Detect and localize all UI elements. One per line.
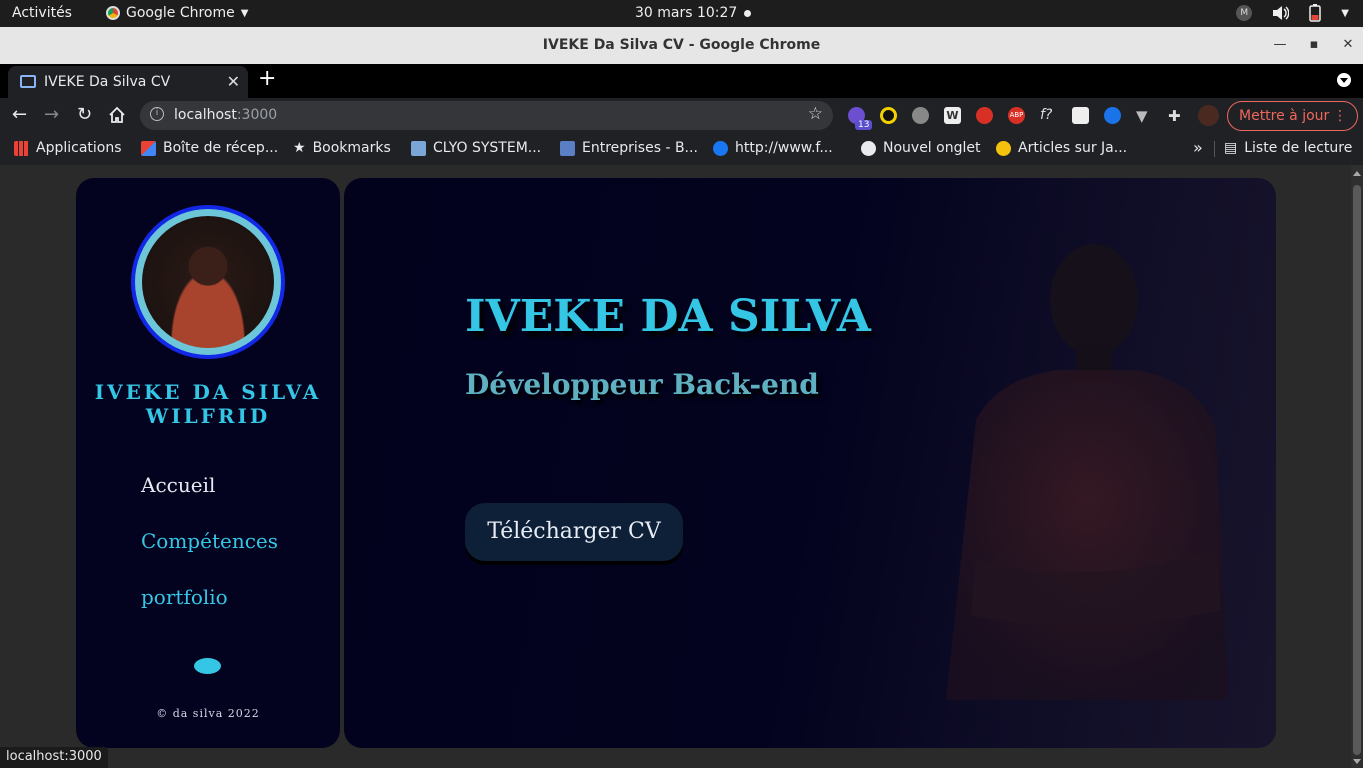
- reload-icon[interactable]: ↻: [77, 104, 92, 125]
- bookmark-clyo[interactable]: CLYO SYSTEM...: [411, 140, 541, 156]
- facebook-icon: [713, 140, 728, 156]
- site-info-icon[interactable]: i: [150, 107, 164, 121]
- chevron-down-icon: ▼: [240, 7, 249, 19]
- bookmark-inbox[interactable]: Boîte de récep...: [141, 140, 278, 156]
- clyo-icon: [411, 140, 426, 156]
- portrait-background-image: [946, 244, 1228, 700]
- sidebar-name: IVEKE DA SILVA WILFRID: [94, 380, 322, 428]
- maximize-icon[interactable]: ▪: [1304, 35, 1324, 55]
- extension-gear-icon[interactable]: [912, 107, 929, 124]
- hero-subtitle: Développeur Back-end: [465, 368, 819, 401]
- status-url-bubble: localhost:3000: [0, 747, 108, 768]
- url-text[interactable]: localhost:3000: [174, 107, 277, 123]
- star-icon: ★: [293, 140, 306, 156]
- bookmark-bookmarks[interactable]: ★ Bookmarks: [293, 140, 391, 156]
- extensions-puzzle-icon[interactable]: ✚: [1168, 107, 1185, 125]
- notification-dot-icon: [744, 10, 751, 17]
- gmail-icon: [141, 140, 156, 156]
- tab-active[interactable]: IVEKE Da Silva CV ✕: [8, 66, 248, 98]
- page-viewport: IVEKE DA SILVA WILFRID Accueil Compétenc…: [0, 165, 1351, 768]
- close-tab-icon[interactable]: ✕: [227, 72, 240, 91]
- update-button-label: Mettre à jour: [1239, 108, 1330, 124]
- bookmark-entreprises[interactable]: Entreprises - B...: [560, 140, 698, 156]
- tab-label: IVEKE Da Silva CV: [44, 74, 171, 90]
- profile-avatar[interactable]: [1198, 105, 1219, 126]
- back-arrow-icon[interactable]: ←: [12, 104, 27, 125]
- new-tab-icon[interactable]: +: [258, 66, 276, 91]
- bookmark-facebook[interactable]: http://www.f...: [713, 140, 833, 156]
- extension-circle-icon[interactable]: [880, 107, 897, 124]
- scroll-up-icon[interactable]: [1353, 171, 1361, 176]
- nav-item-portfolio[interactable]: portfolio: [141, 586, 278, 609]
- tab-search-icon[interactable]: [1337, 73, 1351, 87]
- bookmark-articles[interactable]: Articles sur Ja...: [996, 140, 1127, 156]
- battery-icon[interactable]: [1309, 4, 1322, 22]
- page-scrollbar[interactable]: [1351, 165, 1363, 768]
- wikipedia-extension-icon[interactable]: W: [944, 107, 961, 124]
- home-icon[interactable]: [108, 106, 126, 124]
- hero-title: IVEKE DA SILVA: [465, 291, 871, 342]
- minimize-icon[interactable]: —: [1270, 35, 1290, 55]
- avatar-ring: [131, 205, 285, 359]
- hero-section: IVEKE DA SILVA Développeur Back-end Télé…: [344, 178, 1276, 748]
- bookmarks-divider: [1214, 141, 1215, 157]
- user-indicator-icon[interactable]: M: [1236, 5, 1253, 21]
- chrome-icon: [106, 6, 120, 20]
- profile-sidebar: IVEKE DA SILVA WILFRID Accueil Compétenc…: [76, 178, 340, 748]
- tab-strip: IVEKE Da Silva CV ✕: [0, 64, 1363, 98]
- formula-extension-icon[interactable]: f?: [1040, 107, 1057, 124]
- sidebar-nav: Accueil Compétences portfolio: [141, 474, 278, 642]
- adblock-extension-icon[interactable]: ABP: [1008, 107, 1025, 124]
- activities-button[interactable]: Activités: [12, 5, 72, 21]
- scroll-down-icon[interactable]: [1353, 759, 1361, 764]
- doc-icon: [560, 140, 575, 156]
- reading-list-button[interactable]: ▤ Liste de lecture: [1224, 140, 1352, 156]
- system-top-bar: Activités Google Chrome ▼ 30 mars 10:27 …: [0, 0, 1363, 27]
- nav-item-competences[interactable]: Compétences: [141, 530, 278, 553]
- extension-v-icon[interactable]: ▼: [1136, 107, 1153, 125]
- avatar: [142, 216, 274, 348]
- more-bookmarks-icon[interactable]: »: [1193, 138, 1203, 157]
- apps-grid-icon: [14, 140, 29, 156]
- close-window-icon[interactable]: ✕: [1338, 35, 1358, 55]
- bookmark-applications[interactable]: Applications: [14, 140, 122, 156]
- copyright: © da silva 2022: [156, 707, 260, 720]
- bookmarks-bar: Applications Boîte de récep... ★ Bookmar…: [0, 133, 1363, 165]
- browser-toolbar: ← → ↻ i localhost:3000 ☆ W ABP f? ▼ ✚: [0, 98, 1363, 133]
- app-menu-label: Google Chrome: [126, 5, 235, 21]
- bookmark-star-icon[interactable]: ☆: [808, 104, 823, 124]
- app-menu[interactable]: Google Chrome ▼: [106, 5, 248, 21]
- download-cv-button[interactable]: Télécharger CV: [465, 503, 683, 561]
- update-button[interactable]: Mettre à jour ⋮: [1227, 101, 1358, 131]
- scroll-thumb[interactable]: [1353, 185, 1361, 755]
- laptop-favicon-icon: [20, 75, 36, 88]
- forward-arrow-icon[interactable]: →: [44, 104, 59, 125]
- theme-toggle[interactable]: [194, 658, 221, 674]
- window-titlebar: IVEKE Da Silva CV - Google Chrome — ▪ ✕: [0, 27, 1363, 64]
- globe-icon: [861, 140, 876, 156]
- volume-icon[interactable]: [1272, 5, 1290, 21]
- extension-red-icon[interactable]: [976, 107, 993, 124]
- extension-badge: 13: [855, 120, 873, 130]
- address-bar[interactable]: i localhost:3000 ☆: [140, 101, 833, 130]
- articles-icon: [996, 140, 1011, 156]
- extension-blue-icon[interactable]: [1104, 107, 1121, 124]
- clock[interactable]: 30 mars 10:27: [635, 5, 737, 21]
- system-menu-chevron-icon[interactable]: ▼: [1341, 8, 1349, 19]
- system-tray[interactable]: M ▼: [1236, 4, 1349, 22]
- bookmark-new-tab[interactable]: Nouvel onglet: [861, 140, 980, 156]
- extension-chart-icon[interactable]: [1072, 107, 1089, 124]
- nav-item-accueil[interactable]: Accueil: [141, 474, 278, 497]
- reading-list-icon: ▤: [1224, 140, 1238, 156]
- window-title: IVEKE Da Silva CV - Google Chrome: [542, 37, 821, 53]
- menu-dots-icon: ⋮: [1333, 108, 1347, 124]
